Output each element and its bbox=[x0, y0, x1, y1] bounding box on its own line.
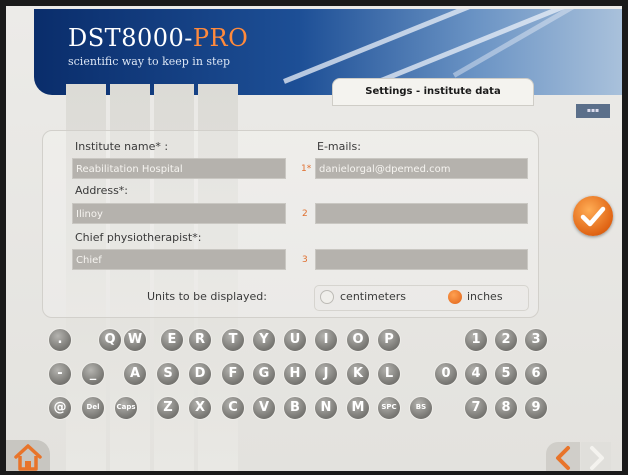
app-window: DST8000-PRO scientific way to keep in st… bbox=[6, 6, 622, 471]
institute-name-label: Institute name* : bbox=[75, 140, 169, 153]
key-m[interactable]: M bbox=[346, 396, 370, 420]
key-3[interactable]: 3 bbox=[524, 328, 548, 352]
chief-physiotherapist-label: Chief physiotherapist*: bbox=[75, 231, 202, 244]
key-del[interactable]: Del bbox=[81, 396, 105, 420]
key-9[interactable]: 9 bbox=[524, 396, 548, 420]
key-n[interactable]: N bbox=[314, 396, 338, 420]
email-field-2[interactable] bbox=[315, 203, 528, 224]
confirm-button[interactable] bbox=[573, 196, 613, 236]
brand-mark-icon: ▪▪▪ bbox=[576, 104, 610, 118]
key-8[interactable]: 8 bbox=[494, 396, 518, 420]
email-index: 1* bbox=[301, 164, 312, 174]
key-at[interactable]: @ bbox=[48, 396, 72, 420]
chevron-left-icon bbox=[556, 446, 570, 470]
key-e[interactable]: E bbox=[160, 328, 184, 352]
email-field-3[interactable] bbox=[315, 249, 528, 270]
section-title: Settings - institute data bbox=[332, 78, 534, 106]
key-7[interactable]: 7 bbox=[464, 396, 488, 420]
key-g[interactable]: G bbox=[252, 362, 276, 386]
email-index: 2 bbox=[302, 209, 308, 219]
chevron-right-icon bbox=[590, 446, 604, 470]
key-l[interactable]: L bbox=[377, 362, 401, 386]
key-k[interactable]: K bbox=[346, 362, 370, 386]
key-1[interactable]: 1 bbox=[464, 328, 488, 352]
key-0[interactable]: 0 bbox=[434, 362, 458, 386]
key-2[interactable]: 2 bbox=[494, 328, 518, 352]
key-o[interactable]: O bbox=[346, 328, 370, 352]
key-w[interactable]: W bbox=[123, 328, 147, 352]
key-x[interactable]: X bbox=[188, 396, 212, 420]
key-b[interactable]: B bbox=[283, 396, 307, 420]
key-caps[interactable]: Caps bbox=[114, 396, 138, 420]
key-space[interactable]: SPC bbox=[377, 396, 401, 420]
email-index: 3 bbox=[302, 255, 308, 265]
header-banner: DST8000-PRO scientific way to keep in st… bbox=[34, 9, 622, 95]
key-dash[interactable]: - bbox=[48, 362, 72, 386]
email-field-1[interactable]: danielorgal@dpemed.com bbox=[315, 158, 528, 179]
radio-inches[interactable] bbox=[448, 290, 462, 304]
radio-centimeters[interactable] bbox=[320, 290, 334, 304]
key-f[interactable]: F bbox=[221, 362, 245, 386]
home-icon bbox=[14, 444, 42, 471]
previous-button[interactable] bbox=[546, 442, 580, 471]
key-a[interactable]: A bbox=[123, 362, 147, 386]
address-label: Address*: bbox=[75, 184, 129, 197]
address-field[interactable]: Ilinoy bbox=[72, 203, 286, 224]
key-underscore[interactable]: _ bbox=[81, 362, 105, 386]
key-p[interactable]: P bbox=[377, 328, 401, 352]
institute-name-field[interactable]: Reabilitation Hospital bbox=[72, 158, 286, 179]
logo-subtitle: scientific way to keep in step bbox=[68, 55, 231, 68]
key-u[interactable]: U bbox=[283, 328, 307, 352]
logo-title: DST8000-PRO bbox=[68, 24, 249, 52]
key-q[interactable]: Q bbox=[98, 328, 122, 352]
key-v[interactable]: V bbox=[252, 396, 276, 420]
key-5[interactable]: 5 bbox=[494, 362, 518, 386]
key-d[interactable]: D bbox=[188, 362, 212, 386]
units-label: Units to be displayed: bbox=[147, 290, 267, 303]
checkmark-icon bbox=[580, 206, 606, 227]
emails-label: E-mails: bbox=[317, 140, 361, 153]
key-z[interactable]: Z bbox=[156, 396, 180, 420]
home-button[interactable] bbox=[6, 440, 50, 471]
chief-physiotherapist-field[interactable]: Chief bbox=[72, 249, 286, 270]
key-dot[interactable]: . bbox=[48, 328, 72, 352]
key-i[interactable]: I bbox=[314, 328, 338, 352]
next-button[interactable] bbox=[581, 442, 611, 471]
key-t[interactable]: T bbox=[221, 328, 245, 352]
key-h[interactable]: H bbox=[283, 362, 307, 386]
key-4[interactable]: 4 bbox=[464, 362, 488, 386]
key-s[interactable]: S bbox=[156, 362, 180, 386]
key-y[interactable]: Y bbox=[252, 328, 276, 352]
key-j[interactable]: J bbox=[314, 362, 338, 386]
key-backspace[interactable]: BS bbox=[409, 396, 433, 420]
key-c[interactable]: C bbox=[221, 396, 245, 420]
centimeters-label[interactable]: centimeters bbox=[340, 290, 406, 303]
key-6[interactable]: 6 bbox=[524, 362, 548, 386]
key-r[interactable]: R bbox=[188, 328, 212, 352]
inches-label[interactable]: inches bbox=[467, 290, 503, 303]
